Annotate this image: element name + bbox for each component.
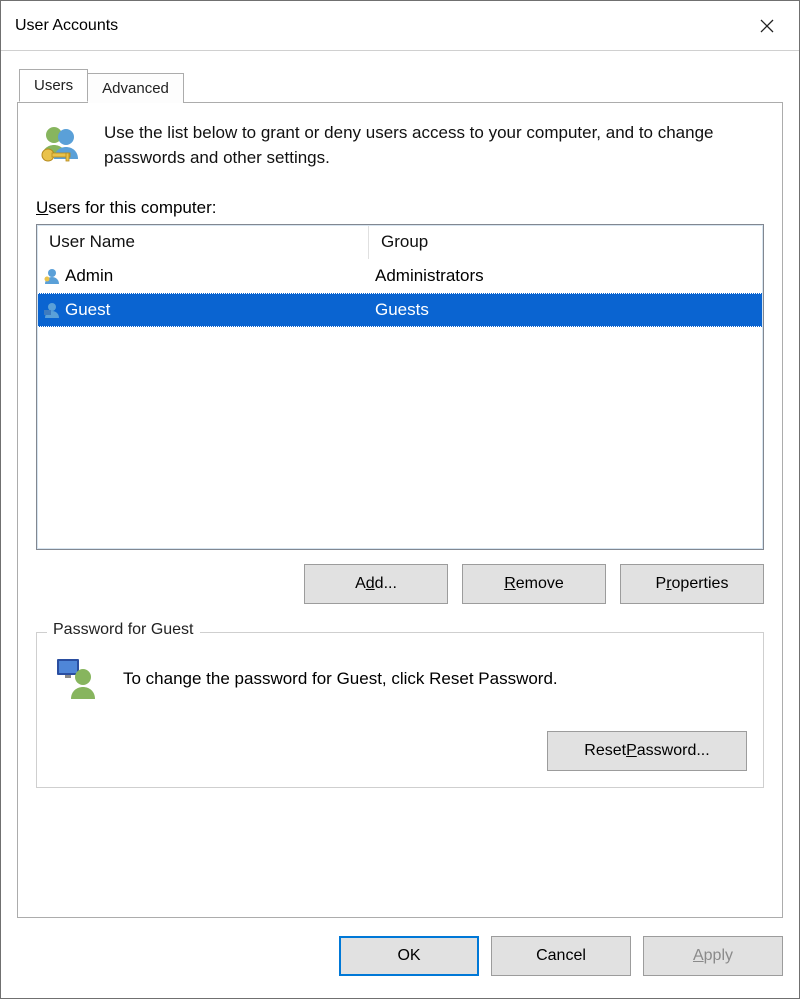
users-listview[interactable]: User Name Group Admin Administrators [36, 224, 764, 550]
user-icon [43, 301, 61, 319]
table-row[interactable]: Guest Guests [37, 293, 763, 327]
tab-strip: Users Advanced [1, 51, 799, 102]
user-monitor-icon [53, 655, 101, 703]
users-key-icon [36, 121, 84, 169]
close-icon [760, 19, 774, 33]
user-group: Guests [375, 300, 429, 320]
column-header-username[interactable]: User Name [37, 225, 369, 259]
user-accounts-dialog: User Accounts Users Advanced Use the lis… [0, 0, 800, 999]
password-row: To change the password for Guest, click … [53, 655, 747, 703]
remove-button[interactable]: Remove [462, 564, 606, 604]
users-list-label: Users for this computer: [36, 198, 764, 218]
user-group: Administrators [375, 266, 484, 286]
tab-panel-users: Use the list below to grant or deny user… [17, 102, 783, 918]
user-buttons-row: Add... Remove Properties [36, 564, 764, 604]
intro-text: Use the list below to grant or deny user… [104, 121, 764, 170]
password-groupbox: Password for Guest To change the passwor… [36, 632, 764, 788]
tab-users[interactable]: Users [19, 69, 88, 102]
password-instruction: To change the password for Guest, click … [123, 669, 558, 689]
listview-header: User Name Group [37, 225, 763, 259]
password-button-row: Reset Password... [53, 731, 747, 771]
add-button[interactable]: Add... [304, 564, 448, 604]
cancel-button[interactable]: Cancel [491, 936, 631, 976]
ok-button[interactable]: OK [339, 936, 479, 976]
properties-button[interactable]: Properties [620, 564, 764, 604]
user-icon [43, 267, 61, 285]
user-name: Admin [65, 266, 113, 286]
window-title: User Accounts [15, 17, 739, 35]
apply-button[interactable]: Apply [643, 936, 783, 976]
dialog-footer: OK Cancel Apply [1, 930, 799, 998]
intro-row: Use the list below to grant or deny user… [36, 121, 764, 170]
tab-advanced[interactable]: Advanced [87, 73, 184, 103]
titlebar: User Accounts [1, 1, 799, 51]
reset-password-button[interactable]: Reset Password... [547, 731, 747, 771]
table-row[interactable]: Admin Administrators [37, 259, 763, 293]
password-groupbox-legend: Password for Guest [47, 621, 200, 639]
user-name: Guest [65, 300, 110, 320]
close-button[interactable] [739, 4, 795, 48]
column-header-group[interactable]: Group [369, 225, 763, 259]
